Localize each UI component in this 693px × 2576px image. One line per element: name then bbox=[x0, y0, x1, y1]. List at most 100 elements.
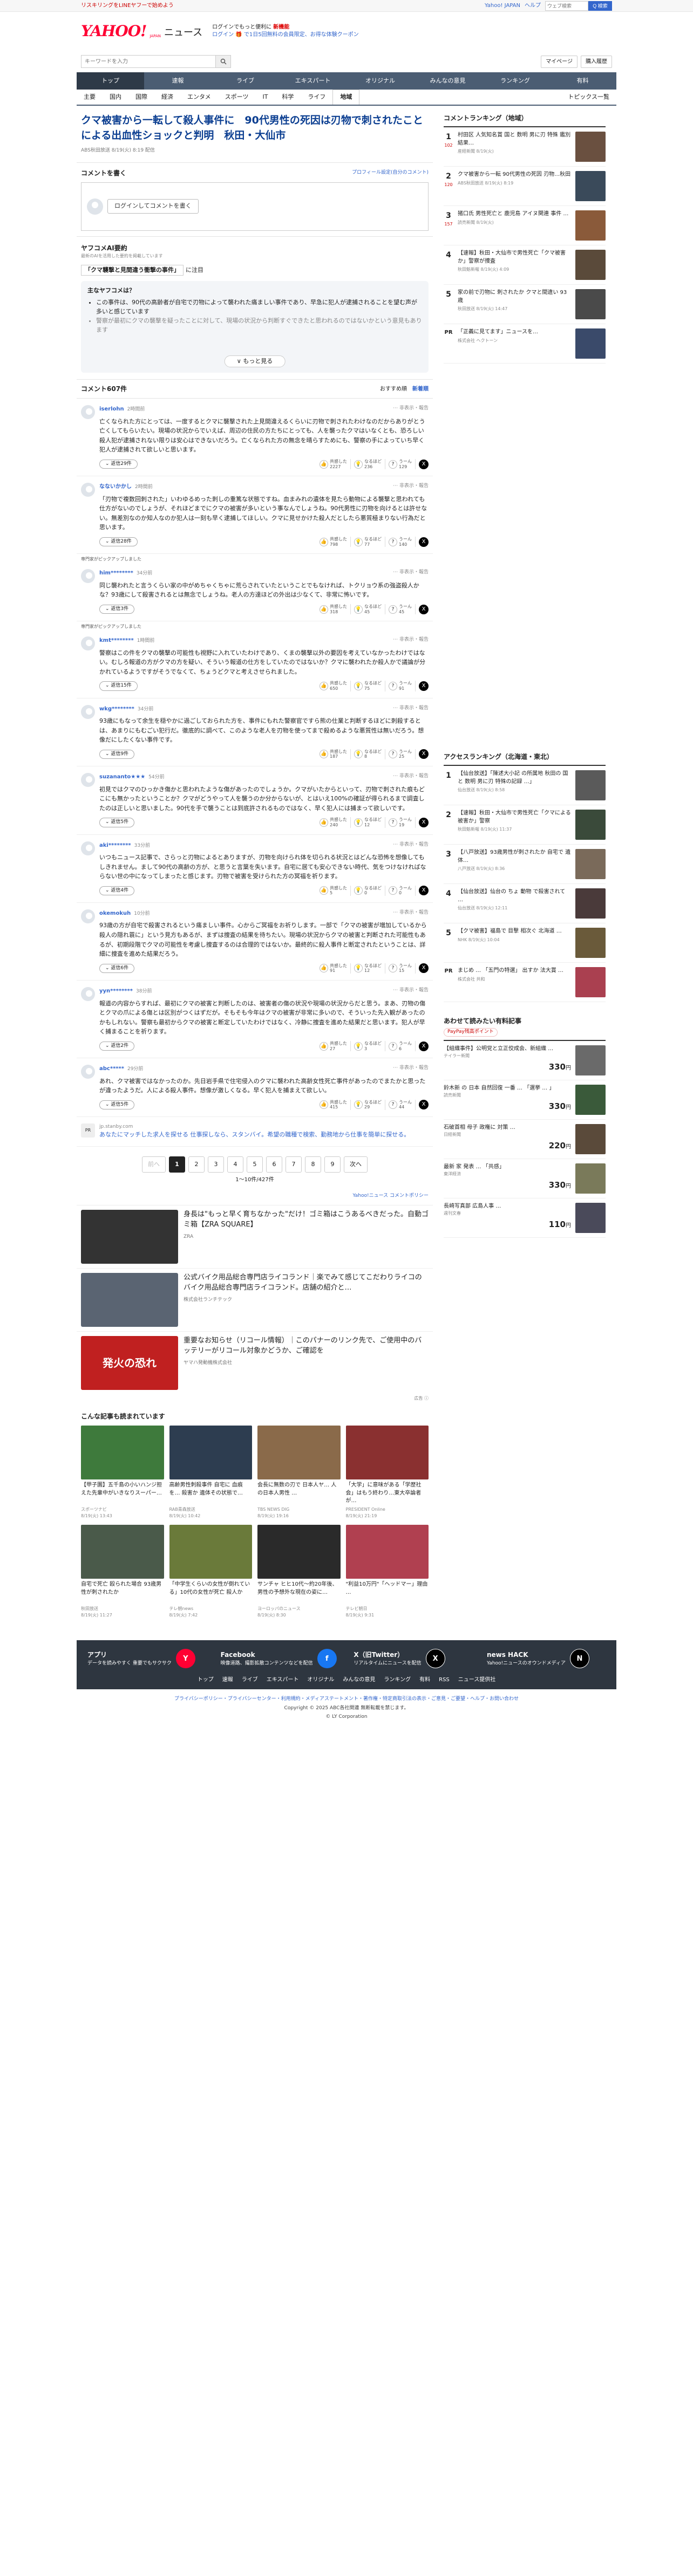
reaction-hmm[interactable]: ? うーん 44 bbox=[389, 1099, 416, 1110]
purchase-history-button[interactable]: 購入履歴 bbox=[581, 55, 612, 68]
gnav-top[interactable]: トップ bbox=[77, 72, 144, 90]
mypage-button[interactable]: マイページ bbox=[541, 55, 578, 68]
comment-user[interactable]: aki******** 33分前 bbox=[99, 841, 150, 850]
reaction-agree[interactable]: 👍 共感した 318 bbox=[320, 604, 351, 615]
related-item[interactable]: 高齢男性刺殺事件 自宅に 血痕を… 殺害か 遺体その状態で… RAB青森放送 8/… bbox=[169, 1426, 252, 1519]
reaction-hmm[interactable]: ? うーん 45 bbox=[389, 604, 416, 615]
reply-toggle-button[interactable]: ⌄ 返信28件 bbox=[99, 537, 138, 547]
report-link[interactable]: ⋯ 非表示・報告 bbox=[393, 705, 429, 714]
avatar[interactable] bbox=[81, 841, 95, 855]
reaction-insight[interactable]: 💡 なるほど 77 bbox=[354, 537, 385, 547]
avatar[interactable] bbox=[81, 1065, 95, 1079]
reaction-insight[interactable]: 💡 なるほど 45 bbox=[354, 604, 385, 615]
report-link[interactable]: ⋯ 非表示・報告 bbox=[393, 1065, 429, 1073]
reaction-agree[interactable]: 👍 共感した 5 bbox=[320, 885, 351, 896]
reaction-agree[interactable]: 👍 共感した 798 bbox=[320, 537, 351, 547]
comment-user[interactable]: okemokuh 10分前 bbox=[99, 909, 150, 918]
avatar[interactable] bbox=[81, 405, 95, 420]
related-item[interactable]: "利益10万円"「ヘッドマー」理由 … テレビ朝日 8/19(火) 9:31 bbox=[345, 1525, 429, 1619]
top-promo-link[interactable]: リスキリングをLINEヤフーで始めよう bbox=[81, 2, 174, 10]
x-share-icon[interactable]: X bbox=[419, 886, 429, 896]
reply-toggle-button[interactable]: ⌄ 返信29件 bbox=[99, 459, 138, 469]
sort-newest[interactable]: 新着順 bbox=[412, 386, 429, 392]
reaction-agree[interactable]: 👍 共感した 415 bbox=[320, 1099, 351, 1110]
snav-entertainment[interactable]: エンタメ bbox=[180, 90, 218, 105]
snav-life[interactable]: ライフ bbox=[301, 90, 332, 105]
report-link[interactable]: ⋯ 非表示・報告 bbox=[393, 405, 429, 414]
footer-link[interactable]: 速報 bbox=[222, 1676, 233, 1684]
comment-user[interactable]: abc***** 29分前 bbox=[99, 1065, 143, 1073]
reaction-insight[interactable]: 💡 なるほど 12 bbox=[354, 817, 385, 828]
pager-page[interactable]: 8 bbox=[305, 1156, 321, 1173]
snav-sports[interactable]: スポーツ bbox=[218, 90, 256, 105]
reaction-hmm[interactable]: ? うーん 25 bbox=[389, 749, 416, 760]
comment-user[interactable]: suzananto★★★ 54分前 bbox=[99, 773, 165, 782]
x-share-icon[interactable]: X bbox=[419, 537, 429, 547]
ranking-item[interactable]: 3 【八戸放送】93歳男性が刺されたか 自宅で 遺体… 八戸放送 8/19(火) … bbox=[444, 845, 606, 884]
snav-science[interactable]: 科学 bbox=[275, 90, 301, 105]
ad-item[interactable]: 公式バイク用品総合専門店ライコランド｜楽でみて感じてこだわりライコのバイク用品総… bbox=[77, 1268, 433, 1331]
reaction-agree[interactable]: 👍 共感した 2227 bbox=[320, 458, 351, 470]
footer-link[interactable]: オリジナル bbox=[307, 1676, 334, 1684]
paid-item[interactable]: 鈴木新 の 日本 自然回復 一番 … 「選挙 … 」読売新聞 330円 bbox=[444, 1080, 606, 1120]
reaction-insight[interactable]: 💡 なるほど 29 bbox=[354, 1099, 385, 1110]
report-link[interactable]: ⋯ 非表示・報告 bbox=[393, 483, 429, 491]
avatar[interactable] bbox=[81, 483, 95, 497]
header-promo[interactable]: ログインでもっと便利に 新機能 ログイン 🎁 で1日5回無料の会員限定、お得な体… bbox=[212, 24, 359, 39]
search-icon[interactable] bbox=[216, 55, 231, 68]
related-item[interactable]: 「大学」に意味がある「学歴社会」はもう終わり…東大卒論者が… PRESIDENT… bbox=[345, 1426, 429, 1519]
sort-recommended[interactable]: おすすめ順 bbox=[380, 386, 407, 392]
x-share-icon[interactable]: X bbox=[419, 604, 429, 614]
gnav-paid[interactable]: 有料 bbox=[549, 72, 616, 90]
avatar[interactable] bbox=[81, 909, 95, 923]
x-share-icon[interactable]: X bbox=[419, 459, 429, 469]
reaction-agree[interactable]: 👍 共感した 240 bbox=[320, 817, 351, 828]
reply-toggle-button[interactable]: ⌄ 返信9件 bbox=[99, 749, 135, 759]
gnav-live[interactable]: ライブ bbox=[212, 72, 279, 90]
report-link[interactable]: ⋯ 非表示・報告 bbox=[393, 569, 429, 578]
footer-app[interactable]: アプリ データを読みやすく 重要でもサクサク Y bbox=[87, 1649, 206, 1669]
snav-economy[interactable]: 経済 bbox=[154, 90, 180, 105]
ad-note[interactable]: 広告 ⓘ bbox=[77, 1394, 433, 1407]
related-item[interactable]: 自宅で死亡 殴られた場合 93歳男性が刺されたか 秋田放送 8/19(火) 11:… bbox=[81, 1525, 164, 1619]
avatar[interactable] bbox=[81, 704, 95, 719]
reply-toggle-button[interactable]: ⌄ 返信3件 bbox=[99, 604, 135, 614]
x-share-icon[interactable]: X bbox=[419, 963, 429, 974]
related-item[interactable]: 「中学生くらいの女性が倒れている」10代の女性が死亡 殺人か テレ朝news 8/… bbox=[169, 1525, 252, 1619]
reaction-insight[interactable]: 💡 なるほど 75 bbox=[354, 681, 385, 691]
related-item[interactable]: サンチャ ヒヒ10代〜約20年後、男性の予想外な現在の姿に… ヨーロッパのニュー… bbox=[257, 1525, 341, 1619]
footer-link[interactable]: エキスパート bbox=[267, 1676, 299, 1684]
snav-main[interactable]: 主要 bbox=[77, 90, 103, 105]
reply-toggle-button[interactable]: ⌄ 返信6件 bbox=[99, 963, 135, 974]
x-share-icon[interactable]: X bbox=[419, 681, 429, 691]
ranking-item[interactable]: 3 157 猪口氏 男性死亡と 鹿児島 アイヌ関連 事件 … 読売新聞 8/19(火… bbox=[444, 206, 606, 245]
report-link[interactable]: ⋯ 非表示・報告 bbox=[393, 636, 429, 645]
access-pr[interactable]: PR まじめ … 「五門の特選」 出すか 法大賞 … 株式会社 共和 bbox=[444, 963, 606, 1002]
reaction-agree[interactable]: 👍 共感した 650 bbox=[320, 681, 351, 691]
footer-link[interactable]: みんなの意見 bbox=[343, 1676, 375, 1684]
reaction-insight[interactable]: 💡 なるほど 12 bbox=[354, 963, 385, 974]
x-share-icon[interactable]: X bbox=[419, 749, 429, 759]
reaction-insight[interactable]: 💡 なるほど 236 bbox=[354, 458, 385, 470]
snav-it[interactable]: IT bbox=[255, 90, 275, 105]
ranking-pr[interactable]: PR 「正義に見てます」ニュースを… 株式会社 ヘクトーン bbox=[444, 324, 606, 364]
related-item[interactable]: 【甲子園】五千島の小いハンジ担えた先輩中がいきなりスーパー… スポーツナビ 8/1… bbox=[81, 1426, 164, 1519]
reaction-insight[interactable]: 💡 なるほど 0 bbox=[354, 885, 385, 896]
report-link[interactable]: ⋯ 非表示・報告 bbox=[393, 841, 429, 850]
comment-user[interactable]: kmt******** 1時間前 bbox=[99, 636, 154, 645]
reaction-hmm[interactable]: ? うーん 6 bbox=[389, 1040, 416, 1052]
snav-international[interactable]: 国際 bbox=[128, 90, 154, 105]
reaction-agree[interactable]: 👍 共感した 187 bbox=[320, 749, 351, 760]
footer-app[interactable]: Facebook 映像道路、撮影拡散コンテンツなどを配信 f bbox=[221, 1649, 339, 1669]
pager-page[interactable]: 2 bbox=[188, 1156, 205, 1173]
snav-local[interactable]: 地域 bbox=[332, 90, 360, 105]
pager-next[interactable]: 次へ bbox=[344, 1156, 368, 1173]
reply-toggle-button[interactable]: ⌄ 返信5件 bbox=[99, 818, 135, 827]
pager-page[interactable]: 1 bbox=[169, 1156, 185, 1173]
gnav-expert[interactable]: エキスパート bbox=[279, 72, 346, 90]
yahoo-japan-link[interactable]: Yahoo! JAPAN bbox=[485, 2, 520, 10]
gnav-original[interactable]: オリジナル bbox=[346, 72, 414, 90]
reaction-hmm[interactable]: ? うーん 129 bbox=[389, 458, 416, 470]
ranking-item[interactable]: 2 【速報】秋田・大仙市で男性死亡「クマによる被害か」警察 秋田魁新報 8/19(… bbox=[444, 805, 606, 845]
avatar[interactable] bbox=[81, 773, 95, 787]
